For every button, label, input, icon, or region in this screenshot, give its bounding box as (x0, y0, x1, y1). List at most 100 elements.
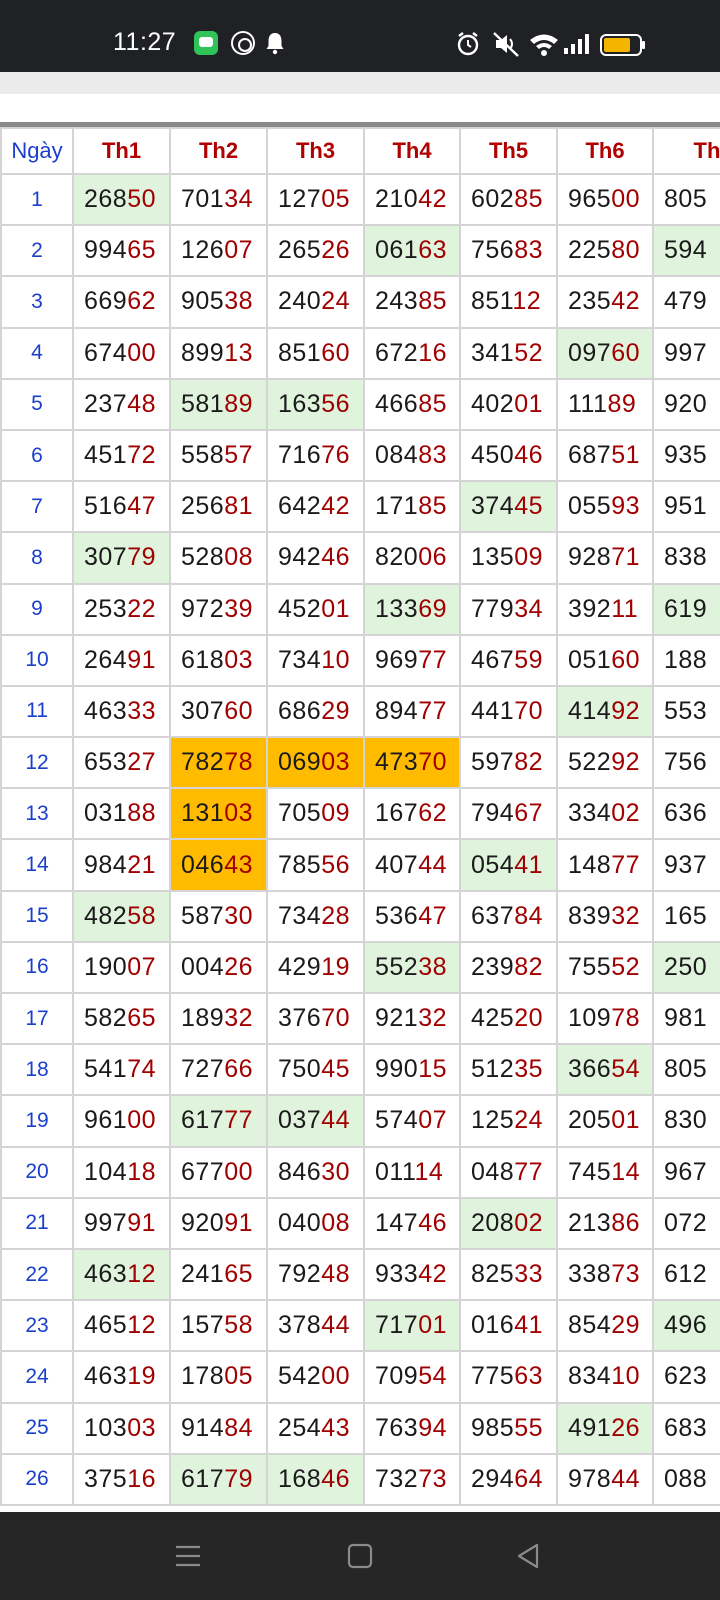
table-row: 12 65327 78278 06903 47370 59782 52292 756 (0, 736, 720, 790)
result-last-two-digits: 34 (224, 185, 254, 214)
home-button[interactable] (340, 1540, 380, 1572)
result-cell: 19007 (72, 940, 171, 995)
result-cell: 25443 (266, 1401, 365, 1455)
result-prefix: 619 (664, 594, 708, 623)
result-last-two-digits: 70 (321, 1004, 351, 1033)
result-last-two-digits: 42 (611, 287, 641, 316)
result-last-two-digits: 39 (224, 594, 254, 623)
back-button[interactable] (508, 1540, 548, 1572)
table-row: 7 51647 25681 64242 17185 37445 05593 951 (0, 480, 720, 534)
result-last-two-digits: 41 (514, 850, 544, 879)
result-prefix: 967 (664, 1157, 708, 1186)
table-row: 25 10303 91484 25443 76394 98555 49126 683 (0, 1401, 720, 1455)
back-icon (517, 1543, 539, 1569)
result-prefix: 921 (375, 1004, 419, 1033)
result-last-two-digits: 50 (127, 185, 157, 214)
result-last-two-digits: 48 (321, 1260, 351, 1289)
day-cell: 5 (0, 377, 74, 431)
result-prefix: 004 (181, 952, 225, 981)
result-prefix: 392 (568, 594, 612, 623)
table-row: 16 19007 00426 42919 55238 23982 75552 250 (0, 940, 720, 995)
result-prefix: 997 (84, 1208, 128, 1237)
result-cell: 91484 (169, 1401, 268, 1455)
result-last-two-digits: 52 (514, 338, 544, 367)
result-cell: 66962 (72, 275, 171, 329)
result-prefix: 016 (471, 1311, 515, 1340)
result-last-two-digits: 56 (321, 389, 351, 418)
result-cell: 24385 (363, 275, 461, 329)
result-prefix: 637 (471, 901, 515, 930)
result-last-two-digits: 92 (611, 696, 641, 725)
result-last-two-digits: 62 (418, 799, 448, 828)
table-row: 24 46319 17805 54200 70954 77563 83410 623 (0, 1350, 720, 1404)
result-prefix: 935 (664, 441, 708, 470)
result-prefix: 268 (84, 185, 128, 214)
results-table-container[interactable]: Ngày Th1 Th2 Th3 Th4 Th5 Th6 Th 1 26850 70134 1270… (0, 122, 720, 1512)
result-last-two-digits: 07 (127, 952, 157, 981)
result-cell: 479 (652, 275, 720, 329)
result-cell: 70954 (363, 1350, 461, 1404)
result-last-two-digits: 42 (321, 492, 351, 521)
result-prefix: 243 (375, 287, 419, 316)
result-prefix: 709 (375, 1362, 419, 1391)
result-last-two-digits: 63 (514, 1362, 544, 1391)
result-last-two-digits: 09 (514, 543, 544, 572)
result-cell: 58189 (169, 377, 268, 431)
result-cell: 13369 (363, 582, 461, 636)
result-cell: 89913 (169, 326, 268, 380)
results-table: Ngày Th1 Th2 Th3 Th4 Th5 Th6 Th 1 26850 70134 1270… (0, 127, 720, 1506)
result-prefix: 672 (375, 338, 419, 367)
result-cell: 54200 (266, 1350, 365, 1404)
result-cell: 84630 (266, 1145, 365, 1199)
result-cell: 98555 (459, 1401, 558, 1455)
result-prefix: 978 (568, 1464, 612, 1493)
result-prefix: 994 (84, 236, 128, 265)
result-last-two-digits: 81 (224, 492, 254, 521)
result-last-two-digits: 77 (514, 1157, 544, 1186)
menu-button[interactable] (168, 1540, 208, 1572)
result-cell: 75045 (266, 1043, 365, 1097)
result-prefix: 061 (375, 236, 419, 265)
result-prefix: 429 (278, 952, 322, 981)
result-cell: 54174 (72, 1043, 171, 1097)
result-cell: 00426 (169, 940, 268, 995)
table-row: 8 30779 52808 94246 82006 13509 92871 838 (0, 531, 720, 585)
result-prefix: 536 (375, 901, 419, 930)
result-cell: 73410 (266, 633, 365, 687)
result-prefix: 334 (568, 799, 612, 828)
result-last-two-digits: 32 (224, 1004, 254, 1033)
result-prefix: 467 (471, 645, 515, 674)
result-prefix: 933 (375, 1260, 419, 1289)
result-prefix: 854 (568, 1311, 612, 1340)
result-prefix: 834 (568, 1362, 612, 1391)
result-cell: 83410 (556, 1350, 654, 1404)
result-last-two-digits: 83 (418, 441, 448, 470)
result-cell: 24024 (266, 275, 365, 329)
result-last-two-digits: 09 (321, 799, 351, 828)
result-cell: 935 (652, 428, 720, 483)
result-prefix: 265 (278, 236, 322, 265)
result-cell: 36654 (556, 1043, 654, 1097)
result-cell: 97844 (556, 1452, 654, 1506)
result-prefix: 254 (278, 1413, 322, 1442)
result-prefix: 820 (375, 543, 419, 572)
result-prefix: 473 (375, 748, 419, 777)
menu-icon (176, 1545, 200, 1567)
result-prefix: 046 (181, 850, 225, 879)
result-cell: 594 (652, 224, 720, 278)
table-row: 14 98421 04643 78556 40744 05441 14877 937 (0, 838, 720, 892)
result-cell: 37670 (266, 991, 365, 1046)
result-prefix: 687 (568, 441, 612, 470)
result-cell: 37516 (72, 1452, 171, 1506)
result-prefix: 732 (375, 1464, 419, 1493)
result-cell: 47370 (363, 736, 461, 790)
result-last-two-digits: 28 (321, 901, 351, 930)
result-prefix: 463 (84, 696, 128, 725)
result-last-two-digits: 83 (514, 236, 544, 265)
result-cell: 96977 (363, 633, 461, 687)
result-prefix: 465 (84, 1311, 128, 1340)
result-prefix: 617 (181, 1464, 225, 1493)
result-cell: 188 (652, 633, 720, 687)
day-cell: 11 (0, 684, 74, 739)
result-cell: 58730 (169, 889, 268, 943)
